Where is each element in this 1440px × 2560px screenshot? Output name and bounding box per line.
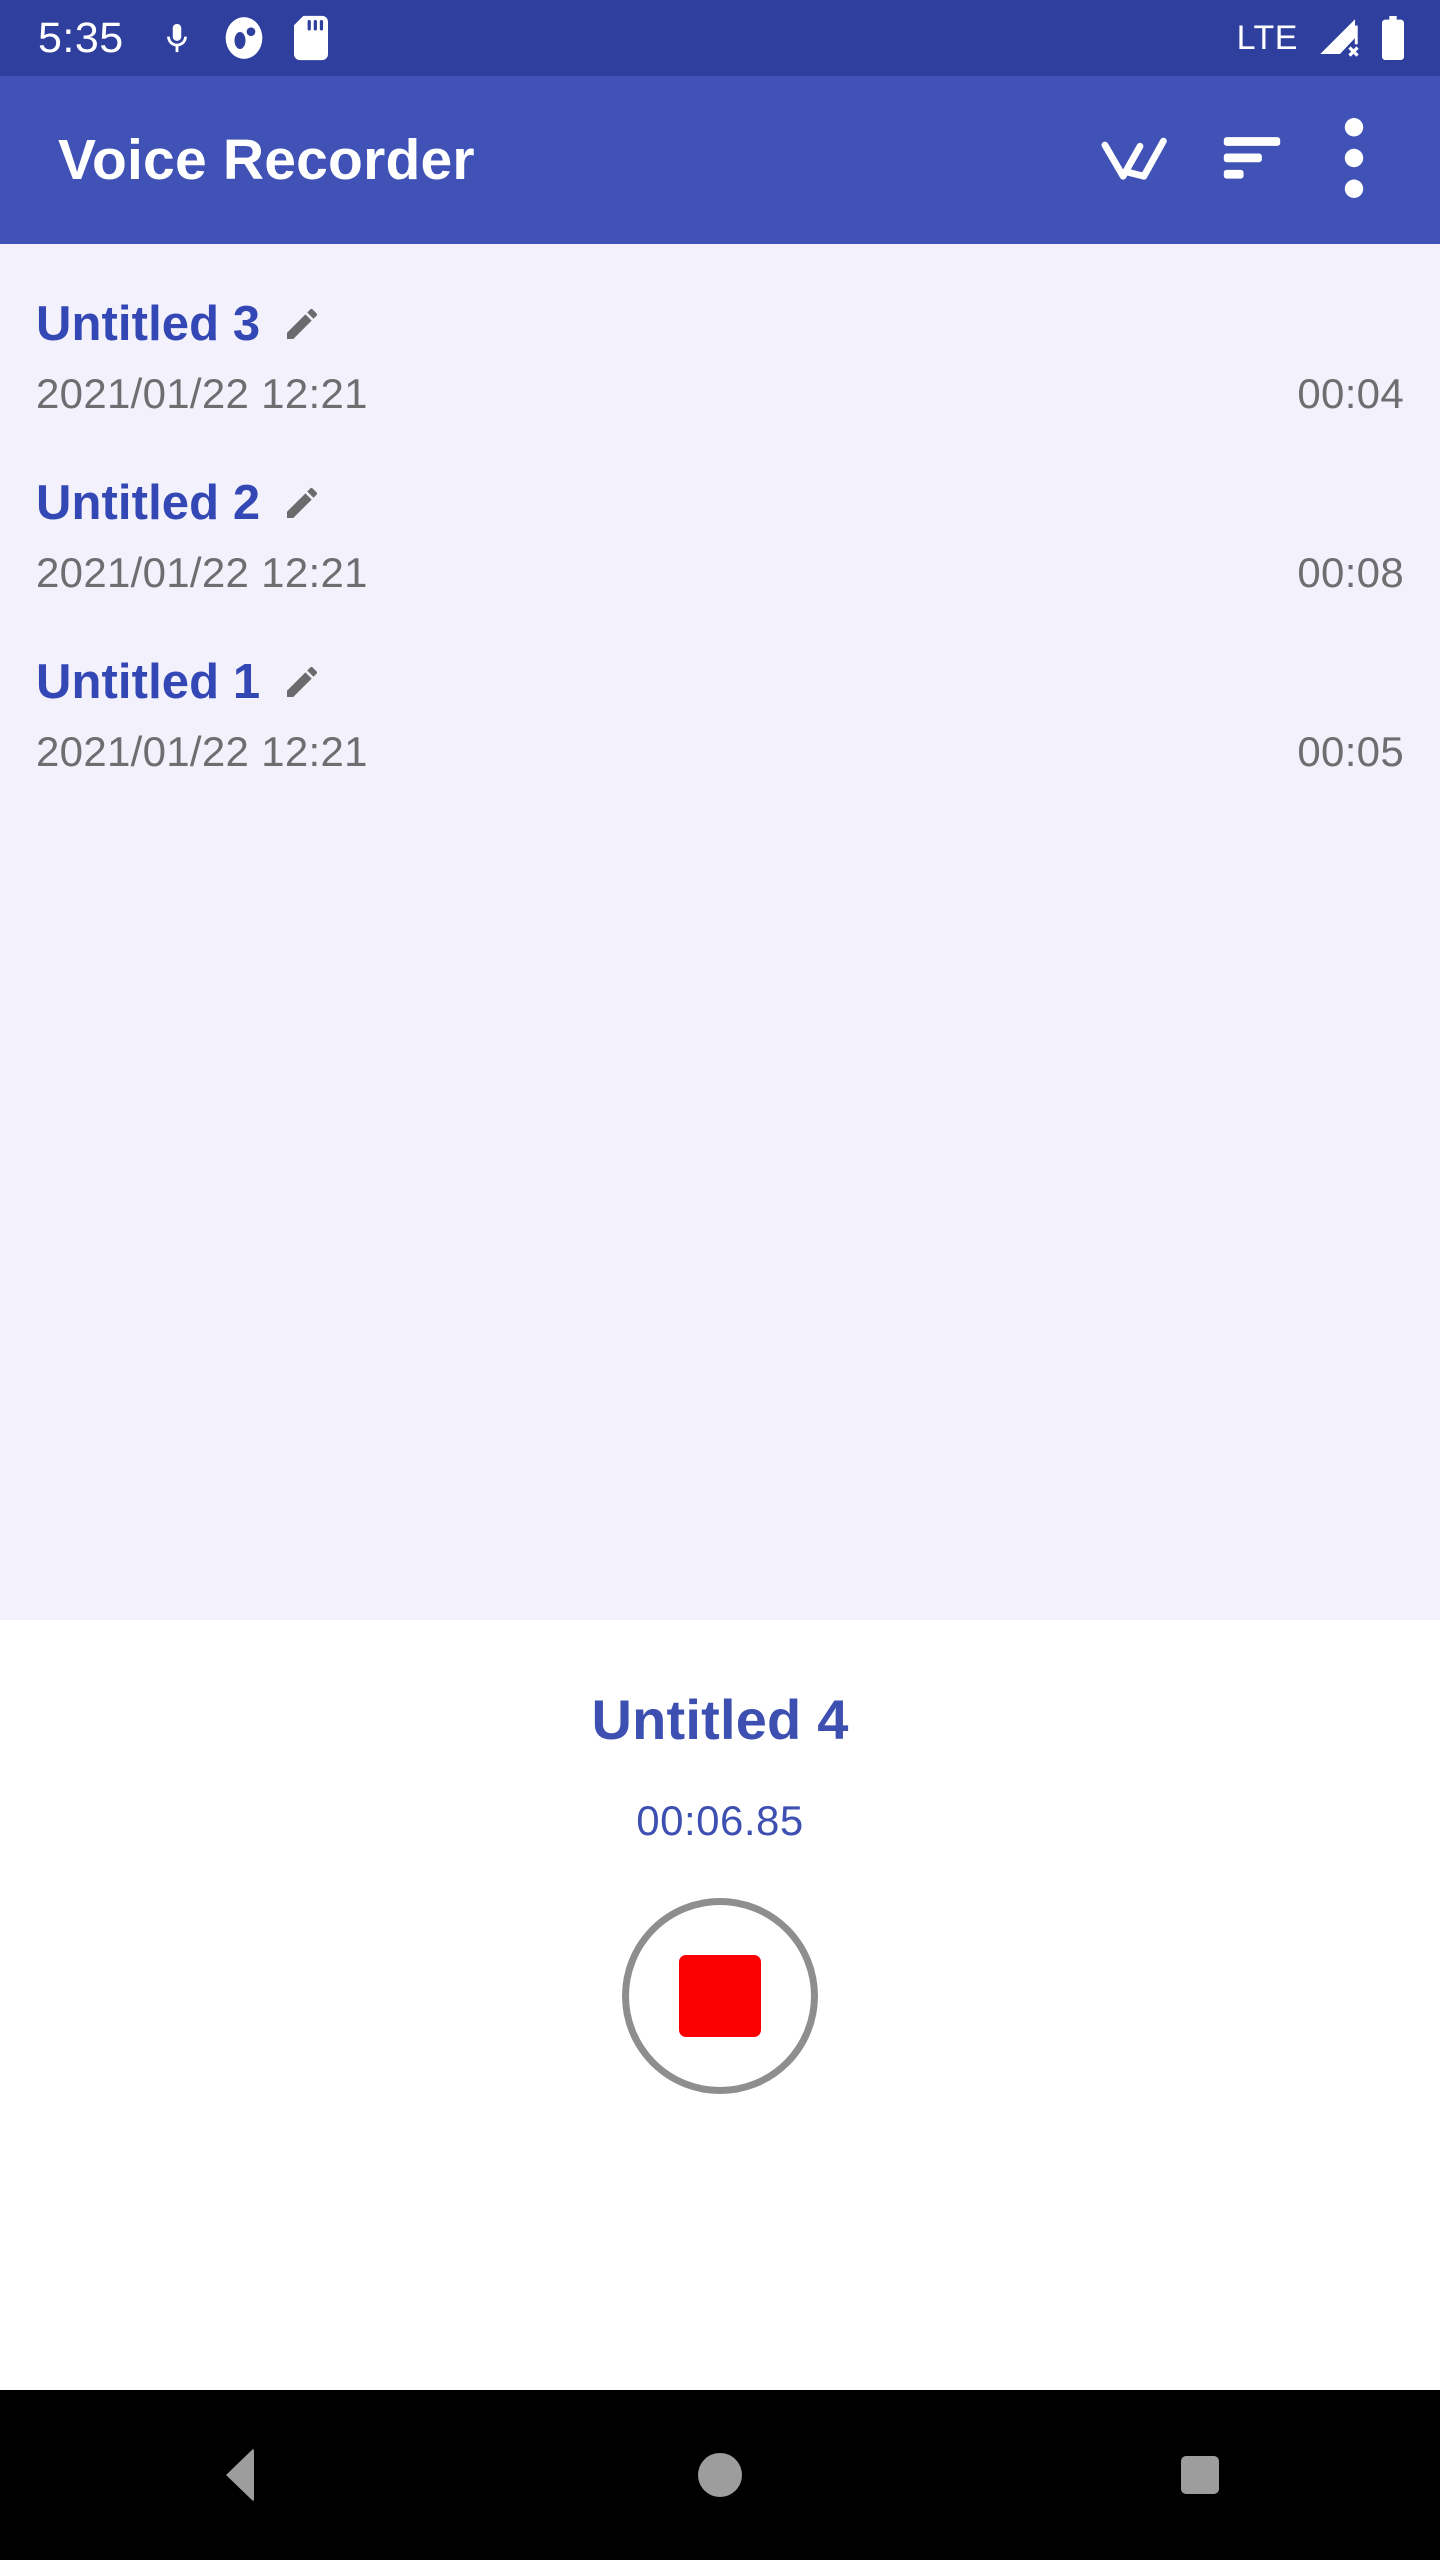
microphone-icon [160, 15, 194, 61]
list-item[interactable]: Untitled 1 2021/01/22 12:21 00:05 [0, 624, 1440, 803]
recording-date: 2021/01/22 12:21 [36, 728, 368, 775]
select-all-button[interactable] [1084, 104, 1196, 216]
status-notification-icons [160, 15, 328, 61]
status-clock: 5:35 [38, 13, 124, 62]
nav-back-button[interactable] [150, 2390, 330, 2560]
stop-icon [679, 1955, 761, 2037]
current-recording-name: Untitled 4 [591, 1688, 849, 1751]
signal-no-service-icon [1316, 17, 1362, 59]
sort-button[interactable] [1196, 104, 1308, 216]
recording-meta: 2021/01/22 12:21 00:04 [36, 373, 1404, 415]
sort-icon [1221, 131, 1283, 190]
circle-app-icon [224, 15, 264, 61]
status-system-icons: LTE [1237, 16, 1406, 60]
recording-duration: 00:08 [1297, 549, 1404, 596]
recording-header: Untitled 1 [36, 658, 1404, 707]
phone-screen: 5:35 LTE Voice Recorder Untitled 3 2021/… [0, 0, 1440, 2560]
recordings-list[interactable]: Untitled 3 2021/01/22 12:21 00:04 Untitl… [0, 244, 1440, 1620]
page-title: Voice Recorder [58, 127, 475, 192]
recording-duration: 00:04 [1297, 370, 1404, 417]
battery-full-icon [1380, 16, 1406, 60]
list-item[interactable]: Untitled 2 2021/01/22 12:21 00:08 [0, 445, 1440, 624]
recording-name: Untitled 2 [36, 476, 261, 530]
status-bar: 5:35 LTE [0, 0, 1440, 76]
network-type-label: LTE [1236, 19, 1298, 57]
recording-duration: 00:05 [1297, 728, 1404, 775]
recording-timer: 00:06.85 [636, 1797, 804, 1844]
recording-date: 2021/01/22 12:21 [36, 549, 368, 596]
sd-card-icon [293, 15, 328, 61]
stop-recording-button[interactable] [622, 1898, 818, 2094]
recording-name: Untitled 1 [36, 655, 261, 709]
back-triangle-icon [226, 2448, 254, 2502]
recording-meta: 2021/01/22 12:21 00:05 [36, 731, 1404, 773]
overflow-menu-icon [1343, 117, 1365, 203]
edit-icon[interactable] [282, 662, 322, 707]
overflow-menu-button[interactable] [1308, 104, 1400, 216]
edit-icon[interactable] [282, 304, 322, 349]
recents-square-icon [1181, 2456, 1219, 2494]
app-bar: Voice Recorder [0, 76, 1440, 244]
select-all-icon [1101, 129, 1179, 192]
recording-header: Untitled 3 [36, 300, 1404, 349]
edit-icon[interactable] [282, 483, 322, 528]
recording-name: Untitled 3 [36, 297, 261, 351]
nav-home-button[interactable] [630, 2390, 810, 2560]
home-circle-icon [698, 2453, 742, 2497]
app-bar-actions [1084, 104, 1400, 216]
recording-date: 2021/01/22 12:21 [36, 370, 368, 417]
recording-meta: 2021/01/22 12:21 00:08 [36, 552, 1404, 594]
list-item[interactable]: Untitled 3 2021/01/22 12:21 00:04 [0, 266, 1440, 445]
recording-header: Untitled 2 [36, 479, 1404, 528]
recording-panel: Untitled 4 00:06.85 [0, 1620, 1440, 2390]
nav-recents-button[interactable] [1110, 2390, 1290, 2560]
android-navigation-bar [0, 2390, 1440, 2560]
